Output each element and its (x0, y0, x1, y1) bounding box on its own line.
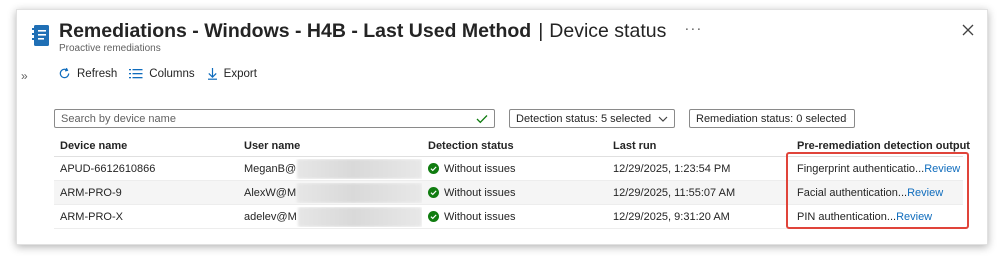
refresh-icon (59, 67, 70, 79)
detection-status-text: Without issues (444, 210, 516, 223)
detection-status-filter[interactable]: Detection status: 5 selected (509, 109, 675, 128)
column-header-last-run[interactable]: Last run (607, 140, 791, 152)
redacted-user-domain (297, 158, 422, 179)
detection-status-text: Without issues (444, 162, 516, 175)
column-header-pre-remediation-output[interactable]: Pre-remediation detection output (791, 140, 970, 152)
column-header-detection-status[interactable]: Detection status (422, 140, 607, 152)
toolbar: Refresh Columns Export (58, 67, 269, 80)
column-header-device-name[interactable]: Device name (54, 140, 238, 152)
export-button[interactable]: Export (207, 67, 257, 80)
more-options-button[interactable]: ··· (684, 20, 702, 37)
success-check-icon (428, 163, 439, 174)
detection-status-cell: Without issues (422, 163, 607, 175)
columns-label: Columns (149, 67, 195, 80)
title-separator: | (538, 20, 544, 42)
user-name-cell: MeganB@ (238, 158, 422, 179)
title-device-status: Device status (549, 20, 667, 42)
column-header-user-name[interactable]: User name (238, 140, 422, 152)
remediation-status-filter-label: Remediation status: 0 selected (696, 112, 847, 125)
search-box[interactable] (54, 109, 495, 128)
page-title: Remediations - Windows - H4B - Last Used… (59, 20, 702, 43)
device-name-cell: APUD-6612610866 (60, 162, 156, 175)
refresh-label: Refresh (77, 67, 118, 80)
device-name-cell: ARM-PRO-X (60, 210, 123, 223)
detection-status-text: Without issues (444, 186, 516, 199)
remediation-script-icon (32, 25, 49, 46)
device-status-panel: Remediations - Windows - H4B - Last Used… (16, 9, 988, 245)
user-name-text: adelev@M (244, 210, 297, 223)
user-name-text: MeganB@ (244, 162, 297, 175)
success-check-icon (428, 187, 439, 198)
success-check-icon (428, 211, 439, 222)
remediation-status-filter[interactable]: Remediation status: 0 selected (689, 109, 855, 128)
user-name-cell: AlexW@M (238, 182, 422, 203)
export-label: Export (223, 67, 257, 80)
checkmark-icon (476, 114, 488, 123)
user-name-text: AlexW@M (244, 186, 297, 199)
columns-icon (129, 69, 143, 79)
refresh-button[interactable]: Refresh (58, 67, 117, 80)
detection-status-cell: Without issues (422, 187, 607, 199)
close-icon[interactable] (961, 23, 975, 37)
last-run-cell: 12/29/2025, 11:55:07 AM (613, 186, 736, 199)
title-main: Remediations - Windows - H4B - Last Used… (59, 20, 532, 42)
download-icon (207, 68, 217, 80)
search-input[interactable] (61, 112, 476, 125)
detection-status-filter-label: Detection status: 5 selected (516, 112, 652, 125)
page-subtitle: Proactive remediations (59, 43, 161, 54)
last-run-cell: 12/29/2025, 9:31:20 AM (613, 210, 730, 223)
device-name-cell: ARM-PRO-9 (60, 186, 122, 199)
expand-sidebar-button[interactable]: » (21, 69, 28, 83)
chevron-down-icon (658, 116, 668, 122)
user-name-cell: adelev@M (238, 206, 422, 227)
output-highlight-box (786, 152, 969, 229)
redacted-user-domain (297, 206, 422, 227)
chevron-down-icon (846, 118, 848, 119)
redacted-user-domain (297, 182, 422, 203)
last-run-cell: 12/29/2025, 1:23:54 PM (613, 162, 731, 175)
columns-button[interactable]: Columns (129, 67, 195, 80)
detection-status-cell: Without issues (422, 211, 607, 223)
